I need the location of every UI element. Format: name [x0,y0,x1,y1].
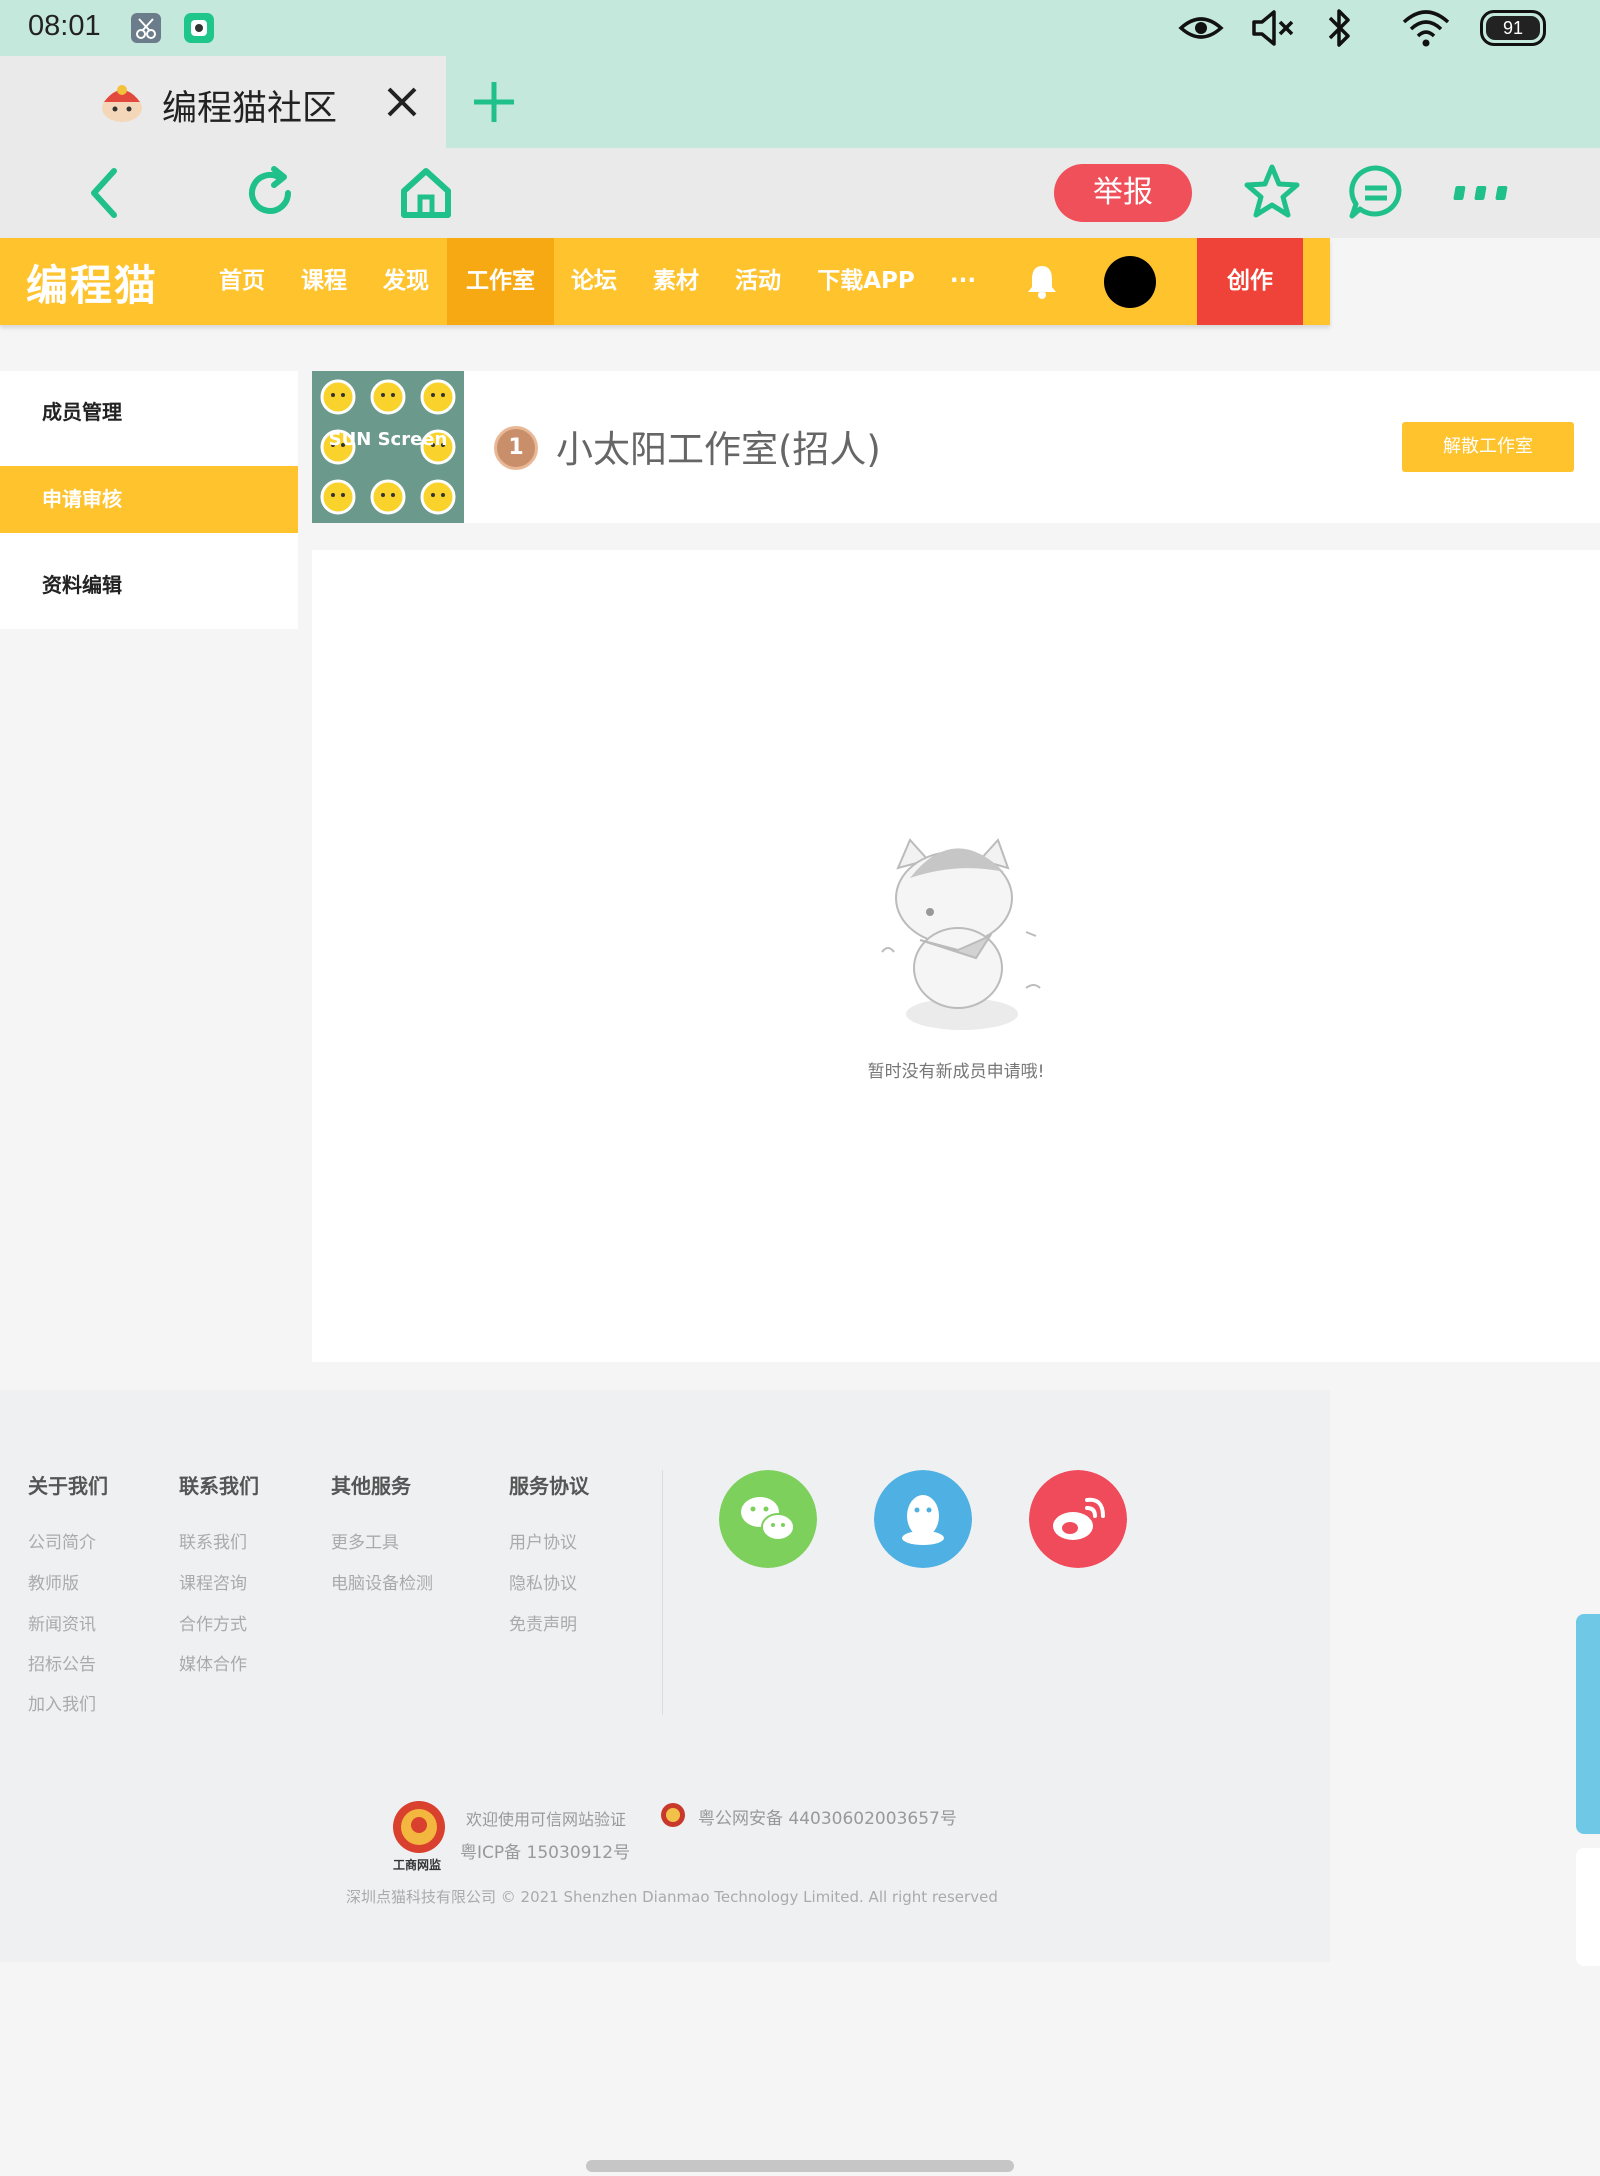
floating-widget-tab[interactable] [1576,1614,1600,1834]
menu-item-forum[interactable]: 论坛 [558,238,630,325]
sidebar-item-applications[interactable]: 申请审核 [0,466,298,533]
footer-link[interactable]: 免责声明 [509,1610,577,1635]
floating-widget-tab-secondary[interactable] [1576,1848,1600,1966]
footer-link[interactable]: 加入我们 [28,1690,96,1715]
back-icon[interactable] [76,163,136,223]
qq-icon[interactable] [874,1470,972,1568]
bluetooth-icon [1328,9,1350,47]
scissors-icon [131,13,161,43]
empty-cat-illustration [881,838,1041,1030]
create-button[interactable]: 创作 [1197,238,1303,325]
site-logo[interactable]: 编程猫 [26,252,158,313]
reload-icon[interactable] [240,163,300,223]
studio-sidebar: 成员管理 申请审核 资料编辑 [0,371,298,629]
site-footer: 关于我们 公司简介 教师版 新闻资讯 招标公告 加入我们 联系我们 联系我们 课… [0,1390,1330,1962]
menu-item-materials[interactable]: 素材 [640,238,712,325]
footer-link[interactable]: 课程咨询 [179,1569,247,1594]
footer-divider [662,1470,663,1715]
footer-link[interactable]: 合作方式 [179,1610,247,1635]
user-avatar[interactable] [1104,256,1156,308]
studio-name: 小太阳工作室(招人) [556,428,881,471]
footer-heading-services: 其他服务 [331,1474,411,1498]
footer-heading-agreements: 服务协议 [509,1474,589,1498]
app-badge-icon [184,13,214,43]
footer-heading-contact: 联系我们 [179,1474,259,1498]
police-record-link[interactable]: 粤公网安备 44030602003657号 [698,1804,957,1829]
menu-more-icon[interactable]: ··· [938,238,988,325]
footer-link[interactable]: 媒体合作 [179,1650,247,1675]
sidebar-item-members[interactable]: 成员管理 [0,379,298,446]
footer-link[interactable]: 新闻资讯 [28,1610,96,1635]
close-tab-icon[interactable] [384,84,420,120]
wechat-icon[interactable] [719,1470,817,1568]
mute-icon [1252,10,1294,46]
footer-link[interactable]: 招标公告 [28,1650,96,1675]
wifi-icon [1402,10,1450,47]
footer-link[interactable]: 更多工具 [331,1528,399,1553]
dissolve-studio-button[interactable]: 解散工作室 [1402,422,1574,472]
empty-state-text: 暂时没有新成员申请哦! [867,1062,1045,1082]
studio-level-badge: 1 [494,426,538,470]
footer-link[interactable]: 电脑设备检测 [331,1569,433,1594]
status-time: 08:01 [28,10,101,42]
report-button[interactable]: 举报 [1054,164,1192,222]
footer-heading-about: 关于我们 [28,1474,108,1498]
menu-item-home[interactable]: 首页 [206,238,278,325]
menu-item-download-app[interactable]: 下载APP [808,238,924,325]
new-tab-icon[interactable] [470,78,518,126]
comment-icon[interactable] [1346,162,1406,222]
battery-icon: 91 [1480,10,1546,46]
sidebar-item-profile-edit[interactable]: 资料编辑 [0,552,298,619]
gov-badge-label: 工商网监 [393,1858,442,1872]
menu-item-courses[interactable]: 课程 [288,238,360,325]
star-icon[interactable] [1242,162,1302,222]
police-emblem-icon [661,1803,685,1827]
weibo-icon[interactable] [1029,1470,1127,1568]
footer-link[interactable]: 教师版 [28,1569,79,1594]
browser-toolbar: 举报 [0,148,1600,238]
footer-link[interactable]: 联系我们 [179,1528,247,1553]
home-icon[interactable] [396,163,456,223]
footer-link[interactable]: 公司简介 [28,1528,96,1553]
menu-item-events[interactable]: 活动 [722,238,794,325]
battery-level: 91 [1486,16,1540,40]
gov-emblem-icon [393,1801,445,1853]
site-header: 编程猫 首页 课程 发现 工作室 论坛 素材 活动 下载APP ··· 创作 [0,238,1330,325]
more-menu-icon[interactable] [1452,184,1512,204]
tab-title: 编程猫社区 [162,89,338,129]
footer-link[interactable]: 隐私协议 [509,1569,577,1594]
icp-link[interactable]: 粤ICP备 15030912号 [460,1838,630,1863]
browser-tab-bar: 编程猫社区 [0,56,1600,148]
copyright-text: 深圳点猫科技有限公司 © 2021 Shenzhen Dianmao Techn… [346,1888,998,1906]
trust-text: 欢迎使用可信网站验证 [466,1810,627,1829]
studio-header: SUN Screen 1 小太阳工作室(招人) 解散工作室 [312,371,1600,523]
thumb-text: SUN Screen [329,429,448,450]
browser-tab[interactable]: 编程猫社区 [0,56,446,148]
applications-panel: 暂时没有新成员申请哦! [312,550,1600,1362]
footer-link[interactable]: 用户协议 [509,1528,577,1553]
status-bar: 08:01 91 [0,0,1600,56]
eye-icon [1178,17,1224,39]
site-favicon-icon [102,85,142,122]
menu-item-discover[interactable]: 发现 [370,238,442,325]
bell-icon[interactable] [1024,262,1060,300]
home-indicator[interactable] [586,2160,1014,2172]
menu-item-studio[interactable]: 工作室 [447,238,554,325]
studio-thumbnail: SUN Screen [312,371,464,523]
